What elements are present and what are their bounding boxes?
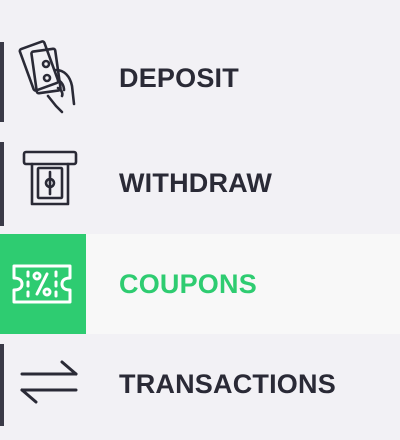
transfer-arrows-icon	[16, 354, 82, 410]
menu-item-withdraw[interactable]: WITHDRAW	[0, 132, 400, 232]
menu-item-label: DEPOSIT	[119, 63, 239, 93]
atm-withdraw-icon	[18, 144, 82, 220]
coupon-ticket-icon	[8, 252, 76, 316]
menu-item-transactions[interactable]: TRANSACTIONS	[0, 336, 400, 430]
money-in-hand-icon	[18, 40, 82, 116]
item-indicator-bar	[0, 142, 4, 226]
menu-item-coupons[interactable]: COUPONS	[0, 234, 400, 334]
item-indicator-bar	[0, 344, 4, 426]
menu-item-label: WITHDRAW	[119, 168, 273, 198]
menu-item-deposit[interactable]: DEPOSIT	[0, 30, 400, 126]
menu-item-label: COUPONS	[119, 269, 257, 299]
item-indicator-bar	[0, 42, 4, 122]
menu-item-label: TRANSACTIONS	[119, 369, 336, 399]
side-menu: DEPOSIT WITHDRAW COUPONS TRANSACTIONS	[0, 0, 400, 440]
